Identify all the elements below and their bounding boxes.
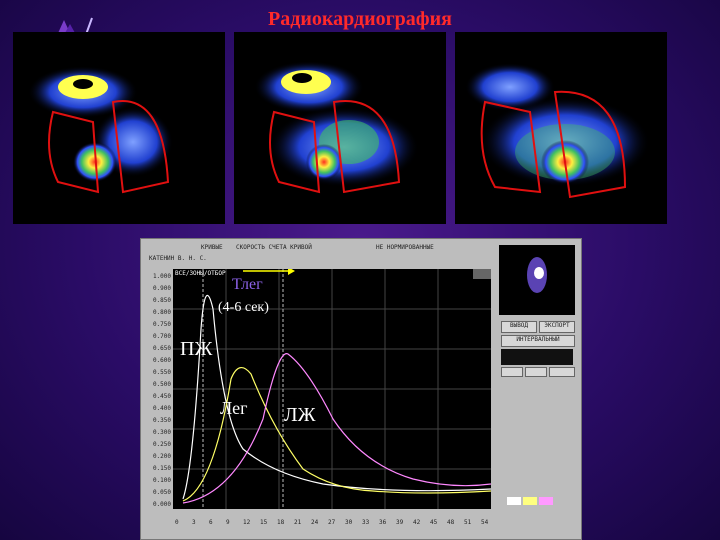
x-tick-label: 6 — [209, 519, 213, 526]
y-tick-label: 0.600 — [152, 357, 171, 364]
annotation-transit-time: Тлег — [232, 276, 263, 293]
swatch-pink — [539, 497, 553, 505]
info-display — [501, 349, 573, 365]
x-tick-label: 9 — [226, 519, 230, 526]
scintigram-frame-3 — [455, 32, 667, 224]
nav-button-end[interactable] — [549, 367, 575, 377]
scintigram-frame-1 — [13, 32, 225, 224]
toolbar-label-curves[interactable]: КРИВЫЕ — [201, 244, 223, 251]
swatch-white — [507, 497, 521, 505]
x-tick-label: 24 — [311, 519, 319, 526]
nav-button-next[interactable] — [525, 367, 547, 377]
y-tick-label: 0.900 — [152, 285, 171, 292]
lung-curve — [182, 367, 492, 502]
x-tick-label: 12 — [243, 519, 251, 526]
y-tick-label: 0.100 — [152, 477, 171, 484]
x-tick-label: 51 — [464, 519, 472, 526]
y-tick-label: 0.800 — [152, 309, 171, 316]
x-tick-label: 54 — [481, 519, 489, 526]
annotation-time-range: (4-6 сек) — [218, 300, 269, 315]
y-tick-label: 0.750 — [152, 321, 171, 328]
y-tick-label: 0.400 — [152, 405, 171, 412]
x-tick-label: 45 — [430, 519, 438, 526]
nav-button-prev[interactable] — [501, 367, 523, 377]
y-tick-label: 0.700 — [152, 333, 171, 340]
interval-button[interactable]: ИНТЕРВАЛЬНЫЙ — [501, 335, 575, 347]
y-tick-label: 0.250 — [152, 441, 171, 448]
annotation-lv: ЛЖ — [284, 404, 316, 426]
annotation-lung: Лег — [220, 398, 248, 418]
x-tick-label: 39 — [396, 519, 404, 526]
x-tick-label: 30 — [345, 519, 353, 526]
scroll-button[interactable] — [473, 269, 491, 279]
thumbnail-image[interactable] — [499, 245, 575, 315]
annotation-rv: ПЖ — [180, 338, 213, 360]
toolbar-label-unnormalized[interactable]: НЕ НОРМИРОВАННЫЕ — [376, 244, 434, 251]
legend-box-label[interactable]: ВСЕ/ЗОНЫ/ОТБОР — [175, 270, 226, 277]
x-tick-label: 18 — [277, 519, 285, 526]
y-tick-label: 0.500 — [152, 381, 171, 388]
patient-name: КАТЕНИН В. Н. С. — [149, 255, 207, 262]
scintigram-frame-2 — [234, 32, 446, 224]
arrow-head — [288, 267, 295, 275]
x-tick-label: 21 — [294, 519, 302, 526]
x-tick-label: 36 — [379, 519, 387, 526]
y-tick-label: 0.550 — [152, 369, 171, 376]
y-tick-label: 0.450 — [152, 393, 171, 400]
y-tick-label: 0.200 — [152, 453, 171, 460]
output-button[interactable]: ВЫВОД — [501, 321, 537, 333]
x-tick-label: 0 — [175, 519, 179, 526]
renogram-software-panel: КРИВЫЕ СКОРОСТЬ СЧЕТА КРИВОЙ НЕ НОРМИРОВ… — [140, 238, 582, 540]
y-tick-label: 1.000 — [152, 273, 171, 280]
x-tick-label: 33 — [362, 519, 370, 526]
y-tick-label: 0.000 — [152, 501, 171, 508]
y-tick-label: 0.650 — [152, 345, 171, 352]
x-tick-label: 15 — [260, 519, 268, 526]
lv-curve — [182, 353, 492, 504]
x-tick-label: 48 — [447, 519, 455, 526]
y-tick-label: 0.850 — [152, 297, 171, 304]
y-tick-label: 0.350 — [152, 417, 171, 424]
page-title: Радиокардиография — [268, 8, 452, 30]
export-button[interactable]: ЭКСПОРТ — [539, 321, 575, 333]
x-tick-label: 42 — [413, 519, 421, 526]
y-tick-label: 0.150 — [152, 465, 171, 472]
x-tick-label: 27 — [328, 519, 336, 526]
x-tick-label: 3 — [192, 519, 196, 526]
toolbar-label-count-rate[interactable]: СКОРОСТЬ СЧЕТА КРИВОЙ — [236, 244, 312, 251]
swatch-yellow — [523, 497, 537, 505]
y-tick-label: 0.050 — [152, 489, 171, 496]
y-tick-label: 0.300 — [152, 429, 171, 436]
